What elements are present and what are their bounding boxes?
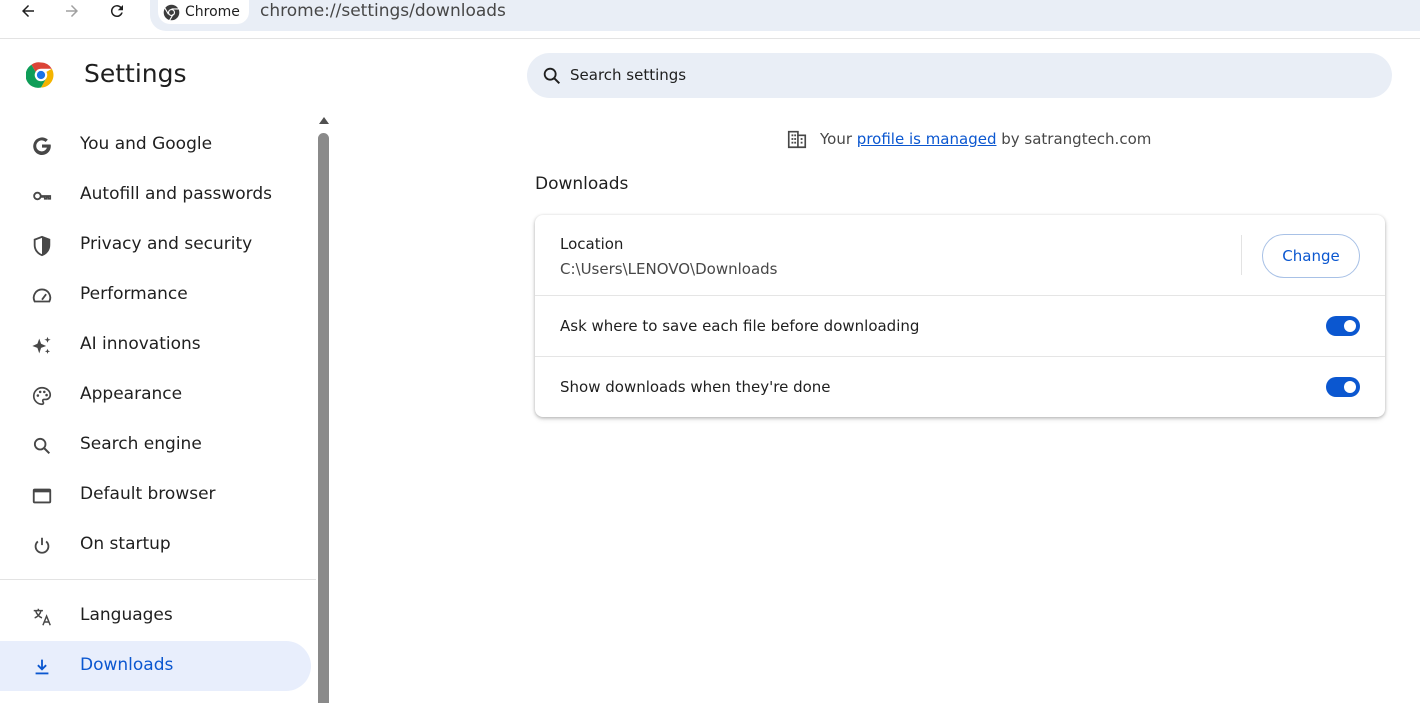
section-title: Downloads — [535, 174, 629, 194]
palette-icon — [30, 384, 54, 408]
sidebar-divider — [0, 579, 316, 580]
scroll-up-arrow-icon[interactable] — [318, 115, 330, 127]
sidebar-item-you-and-google[interactable]: You and Google — [0, 120, 311, 170]
search-icon — [30, 434, 54, 458]
reload-button[interactable] — [102, 0, 132, 22]
sidebar-item-downloads[interactable]: Downloads — [0, 641, 311, 691]
url-text[interactable]: chrome://settings/downloads — [260, 1, 506, 21]
show-downloads-toggle[interactable] — [1326, 377, 1360, 397]
speedometer-icon — [30, 284, 54, 308]
google-g-icon — [30, 134, 54, 158]
sidebar-item-autofill-and-passwords[interactable]: Autofill and passwords — [0, 170, 311, 220]
translate-icon — [30, 605, 54, 629]
scrollbar-thumb[interactable] — [318, 133, 329, 703]
sidebar-item-label: Performance — [80, 284, 188, 304]
sidebar-item-label: AI innovations — [80, 334, 201, 354]
ask-where-toggle[interactable] — [1326, 316, 1360, 336]
arrow-left-icon — [22, 5, 34, 17]
back-button[interactable] — [13, 0, 43, 22]
sidebar-item-label: Languages — [80, 605, 173, 625]
shield-icon — [30, 234, 54, 258]
row-separator — [1241, 235, 1242, 275]
sidebar-scrollbar[interactable] — [318, 115, 330, 703]
sidebar-item-label: Default browser — [80, 484, 216, 504]
chrome-logo-icon — [163, 4, 180, 21]
chrome-logo-icon — [26, 62, 54, 88]
profile-managed-link[interactable]: profile is managed — [857, 130, 997, 148]
ask-where-label: Ask where to save each file before downl… — [560, 317, 920, 335]
search-settings-field[interactable]: Search settings — [527, 53, 1392, 98]
chrome-chip[interactable]: Chrome — [158, 0, 249, 24]
location-path: C:\Users\LENOVO\Downloads — [560, 260, 778, 278]
sidebar-item-label: Downloads — [80, 655, 174, 675]
sidebar-item-on-startup[interactable]: On startup — [0, 520, 311, 570]
toggle-knob — [1344, 320, 1356, 332]
downloads-settings-card: Location C:\Users\LENOVO\Downloads Chang… — [535, 215, 1385, 417]
location-label: Location — [560, 235, 624, 253]
sidebar-item-languages[interactable]: Languages — [0, 591, 311, 641]
sidebar-item-label: Autofill and passwords — [80, 184, 272, 204]
forward-button[interactable] — [57, 0, 87, 22]
sidebar-item-default-browser[interactable]: Default browser — [0, 470, 311, 520]
address-bar[interactable]: Chrome chrome://settings/downloads — [150, 0, 1420, 31]
sidebar-item-ai-innovations[interactable]: AI innovations — [0, 320, 311, 370]
toggle-knob — [1344, 381, 1356, 393]
building-icon — [787, 130, 807, 149]
page-title: Settings — [84, 59, 187, 88]
managed-prefix: Your — [820, 130, 857, 148]
change-location-button[interactable]: Change — [1262, 234, 1360, 278]
sparkle-icon — [30, 334, 54, 358]
browser-toolbar: Chrome chrome://settings/downloads — [0, 0, 1420, 39]
download-icon — [30, 655, 54, 679]
sidebar-item-label: Privacy and security — [80, 234, 253, 254]
managed-profile-notice: Your profile is managed by satrangtech.c… — [786, 127, 1151, 151]
search-placeholder: Search settings — [570, 66, 687, 84]
sidebar-item-privacy-and-security[interactable]: Privacy and security — [0, 220, 311, 270]
browser-window-icon — [30, 484, 54, 508]
chip-label: Chrome — [185, 4, 240, 20]
sidebar-item-performance[interactable]: Performance — [0, 270, 311, 320]
settings-header: Settings — [0, 55, 330, 99]
sidebar-item-label: Search engine — [80, 434, 202, 454]
ask-where-row[interactable]: Ask where to save each file before downl… — [535, 295, 1385, 356]
managed-suffix: by satrangtech.com — [996, 130, 1152, 148]
sidebar-item-label: Appearance — [80, 384, 183, 404]
power-icon — [30, 534, 54, 558]
sidebar-item-label: You and Google — [80, 134, 213, 154]
sidebar-item-label: On startup — [80, 534, 171, 554]
search-icon — [543, 67, 561, 85]
arrow-right-icon — [66, 5, 78, 17]
reload-icon — [110, 5, 123, 18]
sidebar-item-search-engine[interactable]: Search engine — [0, 420, 311, 470]
show-downloads-row[interactable]: Show downloads when they're done — [535, 356, 1385, 417]
sidebar-item-appearance[interactable]: Appearance — [0, 370, 311, 420]
show-downloads-label: Show downloads when they're done — [560, 378, 831, 396]
location-row: Location C:\Users\LENOVO\Downloads Chang… — [535, 215, 1385, 295]
key-icon — [30, 184, 54, 208]
